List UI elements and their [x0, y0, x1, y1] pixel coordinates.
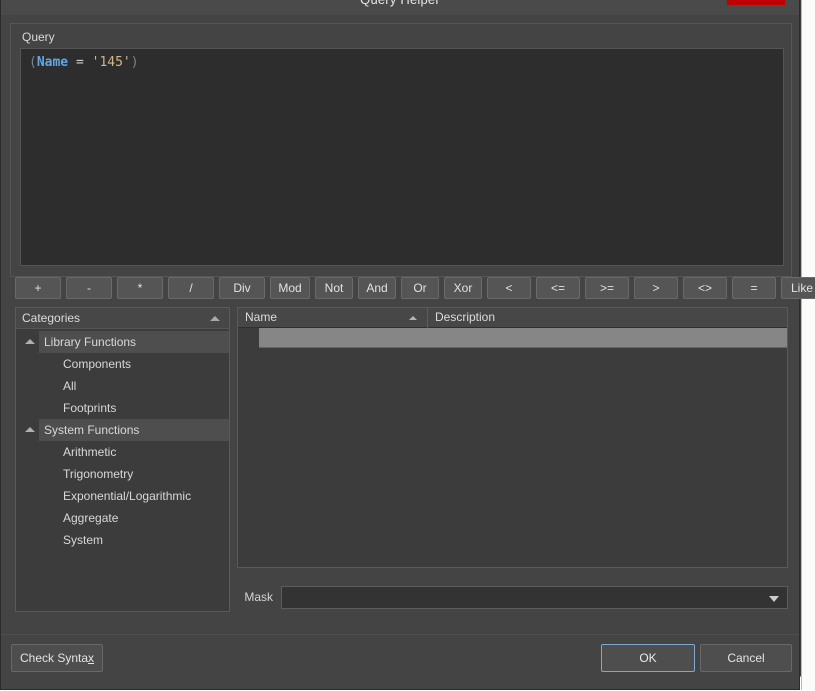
operator-button-greater-than[interactable]: > — [634, 277, 678, 299]
tree-item-label: Exponential/Logarithmic — [63, 489, 192, 503]
query-token-close-paren: ) — [130, 55, 139, 70]
operator-button-or[interactable]: Or — [401, 277, 439, 299]
query-token-string: '145' — [91, 55, 131, 70]
tree-item-system[interactable]: System — [16, 529, 229, 551]
check-syntax-button[interactable]: Check Syntax — [11, 644, 104, 672]
triangle-up-icon[interactable] — [210, 316, 220, 321]
mask-combobox[interactable] — [281, 585, 788, 609]
cancel-button[interactable]: Cancel — [700, 644, 792, 672]
operator-button-equal[interactable]: = — [732, 277, 776, 299]
query-group-box: Query (Name = '145') — [10, 23, 792, 277]
operator-button-plus[interactable]: + — [15, 277, 61, 299]
mask-label: Mask — [244, 590, 273, 604]
tree-item-system-functions[interactable]: System Functions — [16, 419, 229, 441]
categories-header[interactable]: Categories — [16, 308, 229, 329]
column-header-description-label: Description — [435, 310, 496, 324]
chevron-down-icon[interactable] — [769, 595, 779, 602]
background-right-strip — [801, 0, 815, 690]
dialog-titlebar: Query Helper — [1, 0, 799, 15]
query-input[interactable]: (Name = '145') — [20, 48, 784, 266]
query-label: Query — [22, 30, 55, 44]
tree-item-components[interactable]: Components — [16, 353, 229, 375]
operator-button-not[interactable]: Not — [315, 277, 353, 299]
column-header-name-label: Name — [245, 310, 278, 324]
tree-item-exponential-logarithmic[interactable]: Exponential/Logarithmic — [16, 485, 229, 507]
tree-item-label: Library Functions — [44, 335, 137, 349]
tree-item-all[interactable]: All — [16, 375, 229, 397]
operator-button-less-than-or-equal[interactable]: <= — [536, 277, 580, 299]
tree-item-label: System — [63, 533, 104, 547]
categories-panel: Categories Library Functions Components Al… — [15, 307, 230, 612]
table-row[interactable] — [238, 328, 787, 348]
query-token-field: Name — [36, 55, 69, 70]
tree-item-library-functions[interactable]: Library Functions — [16, 331, 229, 353]
row-selection-fill — [259, 328, 787, 348]
operator-button-bar: +-*/DivModNotAndOrXor<<=>=><>=Like'*' — [15, 277, 815, 299]
row-gutter — [238, 328, 259, 348]
categories-header-label: Categories — [22, 311, 81, 325]
operator-button-and[interactable]: And — [358, 277, 396, 299]
operator-button-divide[interactable]: / — [168, 277, 214, 299]
operator-button-minus[interactable]: - — [66, 277, 112, 299]
operator-button-less-than[interactable]: < — [487, 277, 531, 299]
tree-item-label: System Functions — [44, 423, 140, 437]
tree-item-label: Components — [63, 357, 132, 371]
query-token-space — [84, 55, 92, 70]
check-syntax-accel: x — [88, 651, 95, 665]
triangle-expander-icon[interactable] — [25, 427, 35, 432]
operator-button-greater-than-or-equal[interactable]: >= — [585, 277, 629, 299]
sort-ascending-icon[interactable] — [409, 316, 417, 320]
column-header-name[interactable]: Name — [238, 308, 428, 328]
tree-item-label: Arithmetic — [63, 445, 117, 459]
operator-button-xor[interactable]: Xor — [444, 277, 482, 299]
operator-button-not-equal[interactable]: <> — [683, 277, 727, 299]
operator-button-like[interactable]: Like — [781, 277, 815, 299]
tree-item-label: All — [63, 379, 77, 393]
query-token-operator — [68, 55, 76, 70]
categories-tree[interactable]: Library Functions Components All Footprints… — [16, 329, 229, 611]
mask-row: Mask — [237, 585, 788, 609]
function-list-body[interactable] — [238, 328, 787, 567]
check-syntax-label: Check Synta — [20, 651, 89, 665]
tree-item-label: Footprints — [63, 401, 117, 415]
tree-item-label: Aggregate — [63, 511, 119, 525]
operator-button-mod[interactable]: Mod — [270, 277, 310, 299]
query-helper-dialog: Query Helper Query (Name = '145') +-*/Di… — [0, 0, 815, 690]
triangle-expander-icon[interactable] — [25, 339, 35, 344]
operator-button-multiply[interactable]: * — [117, 277, 163, 299]
tree-item-footprints[interactable]: Footprints — [16, 397, 229, 419]
function-list-header: Name Description — [238, 308, 787, 328]
column-header-description[interactable]: Description — [429, 308, 495, 328]
function-list-panel: Name Description — [237, 307, 788, 568]
dialog-title: Query Helper — [1, 0, 799, 7]
operator-button-div[interactable]: Div — [219, 277, 265, 299]
query-token-equals: = — [75, 55, 84, 70]
tree-item-arithmetic[interactable]: Arithmetic — [16, 441, 229, 463]
close-icon[interactable] — [727, 0, 785, 5]
ok-button[interactable]: OK — [601, 644, 695, 672]
tree-item-trigonometry[interactable]: Trigonometry — [16, 463, 229, 485]
query-token-open-paren: ( — [29, 55, 37, 70]
tree-item-label: Trigonometry — [63, 467, 134, 481]
tree-item-aggregate[interactable]: Aggregate — [16, 507, 229, 529]
dialog-footer: Check Syntax OK Cancel — [1, 634, 799, 689]
